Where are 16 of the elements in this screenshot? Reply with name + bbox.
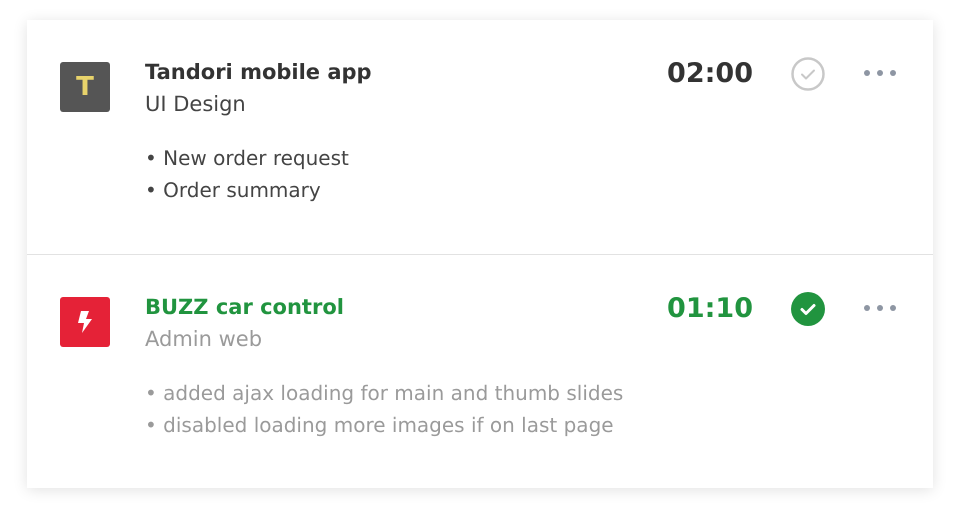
project-title: Tandori mobile app xyxy=(145,59,373,86)
task-note: • added ajax loading for main and thumb slides xyxy=(145,380,624,407)
task-note: • New order request xyxy=(145,145,350,172)
project-title: BUZZ car control xyxy=(145,294,345,321)
lightning-icon xyxy=(77,311,93,333)
time-label: 01:10 xyxy=(667,292,753,326)
time-label: 02:00 xyxy=(667,57,753,91)
more-icon[interactable] xyxy=(863,304,897,312)
task-note: • Order summary xyxy=(145,177,322,204)
task-note: • disabled loading more images if on last page xyxy=(145,412,615,439)
check-icon[interactable] xyxy=(791,292,825,326)
more-icon[interactable] xyxy=(863,69,897,77)
project-subtitle: Admin web xyxy=(145,326,264,353)
check-icon[interactable] xyxy=(791,57,825,91)
project-logo: T xyxy=(60,62,110,112)
project-subtitle: UI Design xyxy=(145,91,247,118)
